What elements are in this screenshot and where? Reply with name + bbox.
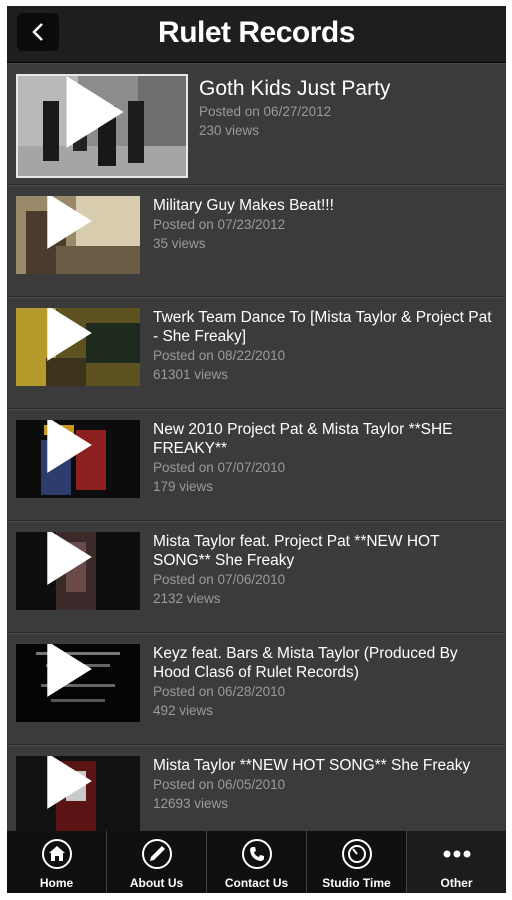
video-view-count: 230 views: [199, 123, 260, 138]
tab-label: Contact Us: [224, 876, 289, 890]
video-item[interactable]: New 2010 Project Pat & Mista Taylor **SH…: [7, 409, 506, 521]
play-icon: [47, 196, 92, 249]
tab-home[interactable]: Home: [7, 831, 107, 893]
tab-label: Other: [440, 876, 473, 890]
video-item[interactable]: Mista Taylor **NEW HOT SONG** She Freaky…: [7, 745, 506, 831]
tab-label: Home: [39, 876, 74, 890]
video-title: Keyz feat. Bars & Mista Taylor (Produced…: [153, 645, 458, 681]
video-title: Mista Taylor **NEW HOT SONG** She Freaky: [153, 757, 471, 774]
video-posted-date: Posted on 07/07/2010: [153, 460, 286, 475]
header-bar: Rulet Records: [7, 6, 506, 63]
video-thumbnail[interactable]: [16, 74, 188, 178]
tab-studio-time[interactable]: Studio Time: [307, 831, 407, 893]
play-icon: [47, 644, 92, 697]
video-view-count: 12693 views: [153, 796, 229, 811]
play-icon: [47, 532, 92, 585]
tab-label: About Us: [129, 876, 184, 890]
video-posted-date: Posted on 07/06/2010: [153, 572, 286, 587]
play-icon: [66, 76, 124, 148]
play-icon: [47, 308, 92, 361]
bottom-tab-bar: Home About Us Contact Us Studio Time Oth…: [7, 831, 506, 893]
video-title: Twerk Team Dance To [Mista Taylor & Proj…: [153, 309, 492, 345]
timer-icon: [341, 839, 372, 869]
video-thumbnail[interactable]: [16, 420, 140, 498]
video-title: Military Guy Makes Beat!!!: [153, 197, 334, 214]
video-view-count: 2132 views: [153, 591, 221, 606]
pen-icon: [141, 839, 172, 869]
video-item[interactable]: Military Guy Makes Beat!!! Posted on 07/…: [7, 185, 506, 297]
video-item[interactable]: Goth Kids Just Party Posted on 06/27/201…: [7, 63, 506, 185]
play-icon: [47, 756, 92, 809]
video-view-count: 179 views: [153, 479, 214, 494]
home-icon: [41, 839, 72, 869]
video-posted-date: Posted on 06/28/2010: [153, 684, 286, 699]
video-thumbnail[interactable]: [16, 532, 140, 610]
video-view-count: 35 views: [153, 236, 206, 251]
video-view-count: 61301 views: [153, 367, 229, 382]
app-frame: Rulet Records Goth Kids Just Party Poste…: [7, 6, 506, 893]
video-title: Mista Taylor feat. Project Pat **NEW HOT…: [153, 533, 440, 569]
tab-other[interactable]: Other: [407, 831, 506, 893]
video-posted-date: Posted on 06/05/2010: [153, 777, 286, 792]
play-icon: [47, 420, 92, 473]
video-list[interactable]: Goth Kids Just Party Posted on 06/27/201…: [7, 63, 506, 831]
video-thumbnail[interactable]: [16, 196, 140, 274]
page-title: Rulet Records: [158, 16, 355, 49]
video-item[interactable]: Keyz feat. Bars & Mista Taylor (Produced…: [7, 633, 506, 745]
video-item[interactable]: Mista Taylor feat. Project Pat **NEW HOT…: [7, 521, 506, 633]
video-title: Goth Kids Just Party: [199, 77, 391, 100]
video-posted-date: Posted on 06/27/2012: [199, 104, 332, 119]
video-thumbnail[interactable]: [16, 644, 140, 722]
tab-label: Studio Time: [322, 876, 391, 890]
video-thumbnail[interactable]: [16, 308, 140, 386]
more-icon: [443, 850, 470, 858]
video-title: New 2010 Project Pat & Mista Taylor **SH…: [153, 421, 453, 457]
video-posted-date: Posted on 08/22/2010: [153, 348, 286, 363]
tab-contact-us[interactable]: Contact Us: [207, 831, 307, 893]
video-thumbnail[interactable]: [16, 756, 140, 831]
video-posted-date: Posted on 07/23/2012: [153, 217, 286, 232]
video-view-count: 492 views: [153, 703, 214, 718]
phone-icon: [241, 839, 272, 869]
tab-about-us[interactable]: About Us: [107, 831, 207, 893]
video-item[interactable]: Twerk Team Dance To [Mista Taylor & Proj…: [7, 297, 506, 409]
